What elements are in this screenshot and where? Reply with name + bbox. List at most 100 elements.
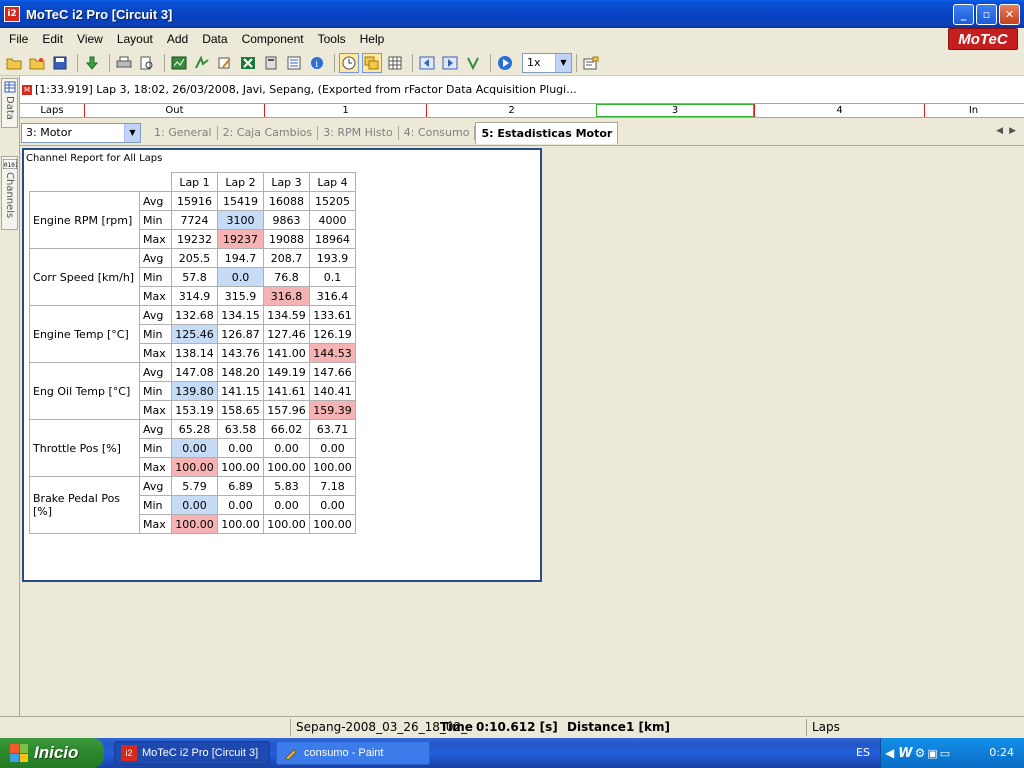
report-cell: 6.89 [217,476,264,496]
report-cell: 134.59 [263,305,310,325]
maximize-button[interactable]: ▫ [976,4,997,25]
tray-network-icon[interactable]: ▣ [927,747,937,760]
properties-icon[interactable] [581,53,601,73]
channel-report[interactable]: Channel Report for All Laps Lap 1 Lap 2 … [22,148,542,582]
open-project-icon[interactable] [27,53,47,73]
close-button[interactable]: ✕ [999,4,1020,25]
tab-caja-cambios[interactable]: 2: Caja Cambios [218,125,319,140]
menu-component[interactable]: Component [237,32,309,46]
report-cell: 159.39 [309,400,356,420]
stat-label: Avg [139,305,172,325]
report-cell: 153.19 [171,400,218,420]
taskbar-item-label: consumo - Paint [304,747,384,759]
taskbar-clock: 0:24 [989,746,1014,759]
menu-edit[interactable]: Edit [37,32,68,46]
report-cell: 16088 [263,191,310,211]
report-cell: 100.00 [263,514,310,534]
lap-segment-3[interactable]: 3 [596,104,754,117]
lap-timeline[interactable]: Laps Out 1 2 3 4 In [20,104,1024,118]
report-cell: 63.71 [309,419,356,439]
report-cell: 66.02 [263,419,310,439]
data-panel-tab[interactable]: Data [1,78,18,128]
lap-segment-1[interactable]: 1 [264,104,426,117]
play-icon[interactable] [495,53,515,73]
marker-icon[interactable] [463,53,483,73]
tab-consumo[interactable]: 4: Consumo [399,125,476,140]
stat-label: Avg [139,191,172,211]
app-icon[interactable]: i2 [4,6,20,22]
download-arrow-icon[interactable] [82,53,102,73]
tab-estadisticas-motor[interactable]: 5: Estadisticas Motor [475,121,619,144]
excel-export-icon[interactable] [238,53,258,73]
worksheet-area: Channel Report for All Laps Lap 1 Lap 2 … [20,146,1024,716]
lap-segment-4[interactable]: 4 [754,104,924,117]
start-button[interactable]: Inicio [0,738,104,768]
lap-header: Lap 4 [309,172,356,192]
chevron-down-icon[interactable]: ▼ [555,53,571,72]
tab-scroll-left-icon[interactable]: ◀ [996,126,1003,136]
tray-security-icon[interactable]: ⚙ [915,746,926,760]
tray-back-icon[interactable]: ◀ [885,746,894,760]
taskbar-item-paint[interactable]: consumo - Paint [276,741,430,765]
svg-text:i: i [315,60,318,70]
open-folder-icon[interactable] [4,53,24,73]
report-cell: 147.08 [171,362,218,382]
tray-monitor-icon[interactable]: ▭ [940,747,950,760]
worksheet-tabs: 3: Motor ▼ 1: General 2: Caja Cambios 3:… [20,120,1024,146]
next-lap-icon[interactable] [440,53,460,73]
tab-rpm-histo[interactable]: 3: RPM Histo [318,125,399,140]
chevron-down-icon[interactable]: ▼ [124,123,140,142]
taskbar-item-motec[interactable]: i2 MoTeC i2 Pro [Circuit 3] [114,741,270,765]
report-cell: 157.96 [263,400,310,420]
title-bar: i2 MoTeC i2 Pro [Circuit 3] _ ▫ ✕ [0,0,1024,28]
stat-label: Avg [139,248,172,268]
menu-tools[interactable]: Tools [313,32,351,46]
report-cell: 100.00 [217,514,264,534]
menu-file[interactable]: File [4,32,33,46]
lap-segment-2[interactable]: 2 [426,104,596,117]
lap-segment-out[interactable]: Out [84,104,264,117]
stat-label: Avg [139,362,172,382]
calculator-icon[interactable] [261,53,281,73]
info-icon[interactable]: i [307,53,327,73]
report-table: Lap 1 Lap 2 Lap 3 Lap 4 Engine RPM [rpm]… [29,172,356,534]
time-distance-graph-icon[interactable] [169,53,189,73]
clock-icon[interactable] [339,52,359,73]
menu-layout[interactable]: Layout [112,32,158,46]
channels-panel-tab[interactable]: 0101 Channels [1,156,18,230]
status-time-value: 0:10.612 [s] [476,720,558,734]
tray-winamp-icon[interactable]: W [898,746,912,761]
grid-icon[interactable] [385,53,405,73]
report-cell: 139.80 [171,381,218,401]
lap-header: Lap 3 [263,172,310,192]
overlay-laps-icon[interactable] [362,52,382,73]
report-cell: 63.58 [217,419,264,439]
workbook-select[interactable]: 3: Motor ▼ [21,122,141,143]
tab-general[interactable]: 1: General [149,125,218,140]
edit-component-icon[interactable] [215,53,235,73]
stat-label: Max [139,229,172,249]
lap-segment-in[interactable]: In [924,104,1022,117]
tab-scroll-right-icon[interactable]: ▶ [1009,126,1016,136]
menu-data[interactable]: Data [197,32,232,46]
report-cell: 140.41 [309,381,356,401]
menu-help[interactable]: Help [355,32,390,46]
stat-label: Max [139,514,172,534]
report-cell: 158.65 [217,400,264,420]
left-sidebar: Data 0101 Channels [0,76,20,716]
report-cell: 100.00 [217,457,264,477]
channel-list-icon[interactable] [284,53,304,73]
report-cell: 144.53 [309,343,356,363]
menu-add[interactable]: Add [162,32,193,46]
print-icon[interactable] [114,53,134,73]
print-preview-icon[interactable] [137,53,157,73]
report-cell: 100.00 [171,457,218,477]
report-cell: 143.76 [217,343,264,363]
track-map-icon[interactable] [192,53,212,73]
menu-view[interactable]: View [72,32,108,46]
save-icon[interactable] [50,53,70,73]
previous-lap-icon[interactable] [417,53,437,73]
playback-speed-select[interactable]: 1x ▼ [522,52,572,73]
minimize-button[interactable]: _ [953,4,974,25]
language-indicator[interactable]: ES [856,746,870,759]
